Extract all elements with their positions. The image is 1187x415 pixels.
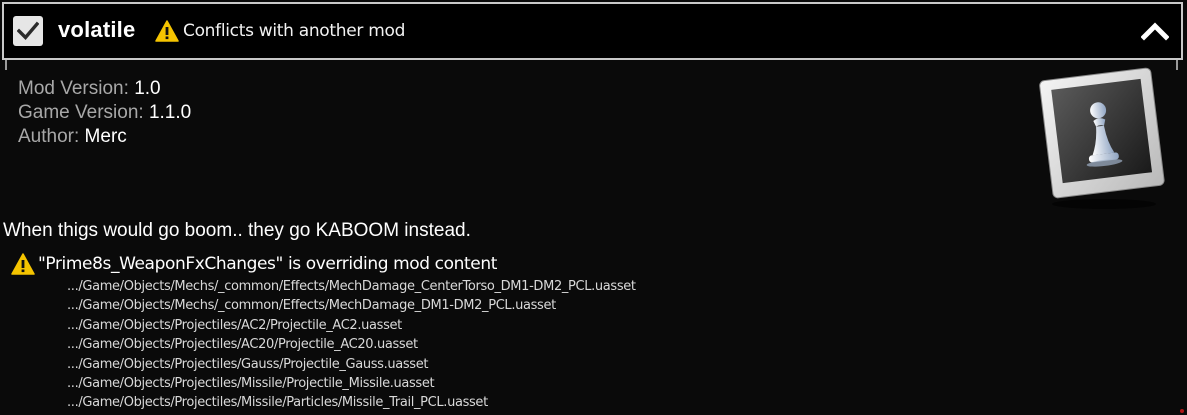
mod-name: volatile bbox=[58, 17, 136, 42]
file-path-item: .../Game/Objects/Mechs/_common/Effects/M… bbox=[67, 279, 636, 294]
mod-version-label: Mod Version: bbox=[18, 78, 129, 99]
game-version-label: Game Version: bbox=[18, 102, 144, 123]
enable-checkbox[interactable] bbox=[13, 16, 43, 46]
file-path-item: .../Game/Objects/Mechs/_common/Effects/M… bbox=[67, 298, 556, 314]
panel-edge-right bbox=[1176, 60, 1178, 70]
panel-edge-left bbox=[5, 60, 7, 70]
file-path-item: .../Game/Objects/Projectiles/AC2/Project… bbox=[67, 317, 402, 333]
mod-info: Mod Version: 1.0 Game Version: 1.1.0 Aut… bbox=[18, 77, 191, 149]
mod-version-row: Mod Version: 1.0 bbox=[18, 77, 191, 101]
chess-pawn-photo-icon bbox=[1039, 67, 1165, 209]
mod-header[interactable]: volatile Conflicts with another mod bbox=[2, 2, 1183, 60]
file-path-item: .../Game/Objects/Projectiles/Gauss/Proje… bbox=[67, 356, 429, 372]
game-version-value: 1.1.0 bbox=[148, 102, 192, 123]
mod-description: When thigs would go boom.. they go KABOO… bbox=[3, 220, 471, 241]
file-path-item: .../Game/Objects/Projectiles/Missile/Pro… bbox=[67, 376, 435, 392]
collapse-button[interactable] bbox=[1140, 19, 1170, 43]
file-path-item: .../Game/Objects/Projectiles/AC20/Projec… bbox=[67, 337, 418, 353]
author-value: Merc bbox=[84, 126, 127, 147]
author-row: Author: Merc bbox=[18, 125, 191, 149]
corner-indicator bbox=[1180, 409, 1184, 413]
warning-icon bbox=[155, 20, 179, 42]
override-warning-title: "Prime8s_WeaponFxChanges" is overriding … bbox=[38, 254, 497, 274]
overridden-files-list: .../Game/Objects/Mechs/_common/Effects/M… bbox=[67, 277, 636, 413]
file-path-item: .../Game/Objects/Projectiles/Missile/Par… bbox=[67, 395, 488, 411]
game-version-row: Game Version: 1.1.0 bbox=[18, 101, 191, 125]
warning-icon bbox=[11, 253, 35, 275]
checkmark-icon bbox=[17, 21, 39, 41]
conflict-warning-text: Conflicts with another mod bbox=[183, 21, 406, 41]
chevron-up-icon bbox=[1140, 22, 1170, 41]
mod-version-value: 1.0 bbox=[134, 78, 161, 99]
author-label: Author: bbox=[18, 126, 80, 147]
